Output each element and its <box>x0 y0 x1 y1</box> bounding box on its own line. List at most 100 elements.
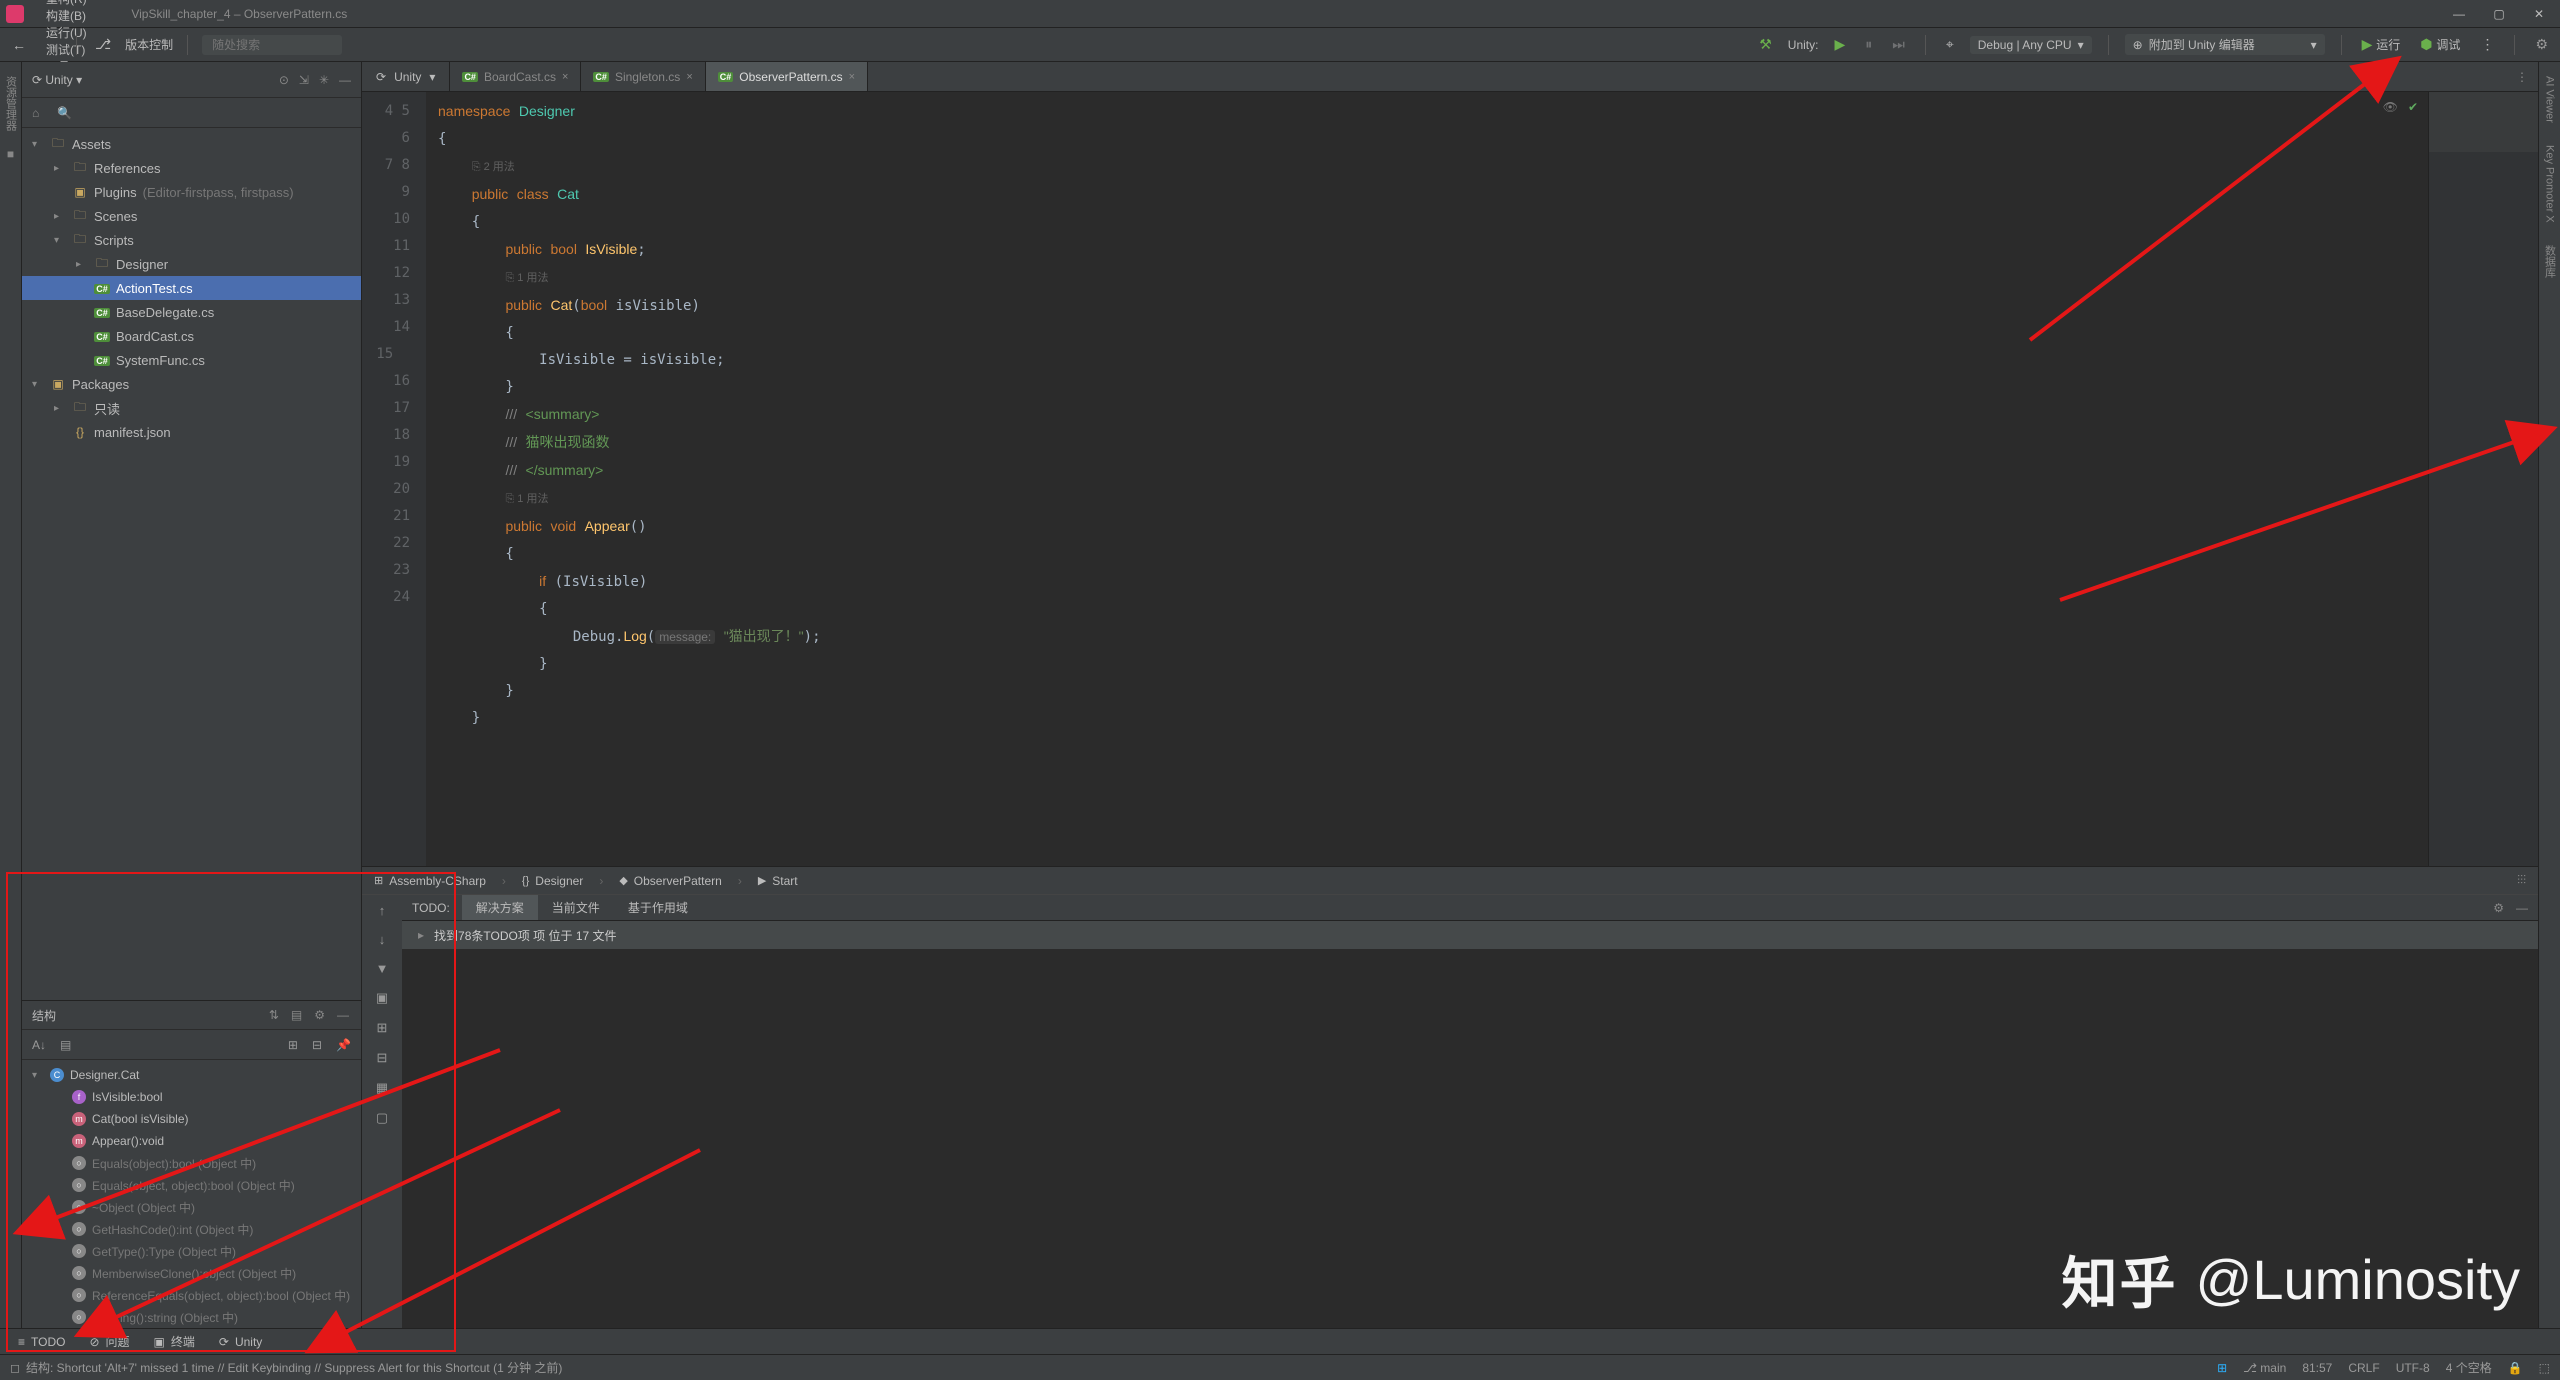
tabs-more-icon[interactable]: ⋮ <box>2516 70 2528 84</box>
struct-tree-icon[interactable]: ▤ <box>60 1038 71 1052</box>
right-tool-button[interactable]: Key Promoter X <box>2544 139 2556 229</box>
tree-node[interactable]: C#BoardCast.cs <box>22 324 361 348</box>
menu-item[interactable]: 构建(B) <box>36 7 99 24</box>
indent[interactable]: 4 个空格 <box>2446 1359 2492 1376</box>
search-input[interactable] <box>202 35 342 55</box>
bp-preview-icon[interactable]: ▣ <box>376 990 388 1006</box>
breadcrumb-item[interactable]: ◆ObserverPattern <box>619 874 722 888</box>
structure-node[interactable]: ○Equals(object):bool (Object 中) <box>22 1152 361 1174</box>
scope-dropdown[interactable]: ⟳ Unity ▾ <box>362 62 450 91</box>
attach-dropdown[interactable]: ⊕ 附加到 Unity 编辑器▾ <box>2125 34 2325 55</box>
editor-tab[interactable]: C#Singleton.cs× <box>581 62 705 91</box>
tree-node[interactable]: C#BaseDelegate.cs <box>22 300 361 324</box>
bp-group-icon[interactable]: ▦ <box>376 1080 388 1096</box>
mem-indicator-icon[interactable]: ⬚ <box>2539 1361 2550 1375</box>
expand-all-icon[interactable]: ⇲ <box>299 73 309 87</box>
structure-node[interactable]: fIsVisible:bool <box>22 1086 361 1108</box>
tree-node[interactable]: C#SystemFunc.cs <box>22 348 361 372</box>
editor-tab[interactable]: C#BoardCast.cs× <box>450 62 581 91</box>
todo-summary-row[interactable]: ▸ 找到78条TODO项 项 位于 17 文件 <box>402 921 2538 949</box>
struct-gear-icon[interactable]: ⚙ <box>312 1008 327 1022</box>
tree-home-icon[interactable]: ⌂ <box>32 106 39 120</box>
maximize-icon[interactable]: ▢ <box>2492 7 2506 21</box>
tree-node[interactable]: C#ActionTest.cs <box>22 276 361 300</box>
git-branch[interactable]: ⎇ main <box>2243 1361 2286 1375</box>
struct-expand-icon[interactable]: ⊞ <box>288 1038 298 1052</box>
todo-scope-tab[interactable]: 解决方案 <box>462 895 538 920</box>
bp-hide-icon[interactable]: — <box>2516 901 2528 915</box>
struct-hide-icon[interactable]: — <box>335 1008 351 1022</box>
pause-icon[interactable]: ⏸ <box>1861 36 1876 53</box>
code-minimap[interactable] <box>2428 92 2538 866</box>
struct-sort-icon[interactable]: ⇅ <box>267 1008 281 1022</box>
tree-node[interactable]: ▸🗀Scenes <box>22 204 361 228</box>
nav-back-icon[interactable]: ← <box>8 37 30 53</box>
editor-tab[interactable]: C#ObserverPattern.cs× <box>706 62 868 91</box>
tree-node[interactable]: ▣Plugins (Editor-firstpass, firstpass) <box>22 180 361 204</box>
toolwindow-button[interactable]: ⟳Unity <box>209 1329 272 1354</box>
bp-expand-icon[interactable]: ⊞ <box>377 1020 388 1036</box>
tree-search-icon[interactable]: 🔍 <box>57 106 72 120</box>
lock-icon[interactable]: 🔒 <box>2508 1361 2523 1375</box>
breadcrumb-item[interactable]: ⊞Assembly-CSharp <box>374 874 486 888</box>
tree-node[interactable]: ▸🗀Designer <box>22 252 361 276</box>
right-tool-button[interactable]: 数据库 <box>2542 239 2558 284</box>
explorer-tool-button[interactable]: 资源管理器 <box>3 70 19 137</box>
bookmark-icon[interactable]: ■ <box>7 147 14 161</box>
tab-close-icon[interactable]: × <box>849 71 855 83</box>
structure-node[interactable]: ○GetHashCode():int (Object 中) <box>22 1218 361 1240</box>
close-icon[interactable]: ✕ <box>2532 7 2546 21</box>
select-open-icon[interactable]: ⊙ <box>279 73 289 87</box>
bp-blank-icon[interactable]: ▢ <box>376 1110 388 1126</box>
bp-collapse-icon[interactable]: ⊟ <box>377 1050 388 1066</box>
hammer-icon[interactable]: ⚒ <box>1755 36 1776 53</box>
debug-button[interactable]: ⬢ 调试 <box>2416 36 2464 53</box>
config-dropdown[interactable]: Debug | Any CPU▾ <box>1970 36 2092 54</box>
structure-node[interactable]: mCat(bool isVisible) <box>22 1108 361 1130</box>
tab-close-icon[interactable]: × <box>686 71 692 83</box>
struct-pin-icon[interactable]: 📌 <box>336 1038 351 1052</box>
toolwindow-button[interactable]: ≡TODO <box>8 1329 75 1354</box>
run-button[interactable]: ▶ 运行 <box>2358 36 2405 53</box>
encoding[interactable]: UTF-8 <box>2396 1361 2430 1375</box>
bp-up-icon[interactable]: ↑ <box>379 903 386 918</box>
unity-scope-dropdown[interactable]: ⟳ Unity ▾ <box>32 73 82 87</box>
breadcrumb-item[interactable]: ▶Start <box>758 874 798 888</box>
struct-az-icon[interactable]: A↓ <box>32 1038 46 1052</box>
structure-node[interactable]: ○GetType():Type (Object 中) <box>22 1240 361 1262</box>
structure-node[interactable]: mAppear():void <box>22 1130 361 1152</box>
nav-fwd-icon[interactable]: → <box>40 37 62 53</box>
bp-filter-icon[interactable]: ▼ <box>376 961 389 976</box>
structure-node[interactable]: ○~Object (Object 中) <box>22 1196 361 1218</box>
structure-node[interactable]: ▾CDesigner.Cat <box>22 1064 361 1086</box>
settings-icon[interactable]: ⚙ <box>2531 36 2552 53</box>
breadcrumb-item[interactable]: {}Designer <box>522 874 583 888</box>
tree-node[interactable]: ▸🗀只读 <box>22 396 361 420</box>
bp-down-icon[interactable]: ↓ <box>379 932 386 947</box>
toolwindow-button[interactable]: ▣终端 <box>144 1329 205 1354</box>
more-icon[interactable]: ⋮ <box>2476 36 2498 53</box>
inspection-eye-icon[interactable]: 👁 <box>2383 100 2398 114</box>
tree-node[interactable]: {}manifest.json <box>22 420 361 444</box>
structure-node[interactable]: ○MemberwiseClone():object (Object 中) <box>22 1262 361 1284</box>
toolwindow-button[interactable]: ⊘问题 <box>79 1329 139 1354</box>
right-tool-button[interactable]: AI Viewer <box>2544 70 2556 129</box>
vcs-icon[interactable]: ⎇ <box>91 36 115 53</box>
struct-filter-icon[interactable]: ▤ <box>289 1008 304 1022</box>
bp-gear-icon[interactable]: ⚙ <box>2493 901 2504 915</box>
struct-collapse-icon[interactable]: ⊟ <box>312 1038 322 1052</box>
tree-node[interactable]: ▾▣Packages <box>22 372 361 396</box>
todo-scope-tab[interactable]: 基于作用域 <box>614 895 702 920</box>
hide-panel-icon[interactable]: — <box>339 73 351 87</box>
step-icon[interactable]: ⏭ <box>1888 36 1909 53</box>
tree-node[interactable]: ▸🗀References <box>22 156 361 180</box>
minimize-icon[interactable]: ― <box>2452 7 2466 21</box>
structure-node[interactable]: ○ReferenceEquals(object, object):bool (O… <box>22 1284 361 1306</box>
structure-node[interactable]: ○ToString():string (Object 中) <box>22 1306 361 1328</box>
target-icon[interactable]: ⌖ <box>1942 36 1958 53</box>
play-icon[interactable]: ▶ <box>1830 36 1849 53</box>
tree-node[interactable]: ▾🗀Scripts <box>22 228 361 252</box>
todo-scope-tab[interactable]: 当前文件 <box>538 895 614 920</box>
tab-close-icon[interactable]: × <box>562 71 568 83</box>
gear-icon[interactable]: ✳ <box>319 73 329 87</box>
